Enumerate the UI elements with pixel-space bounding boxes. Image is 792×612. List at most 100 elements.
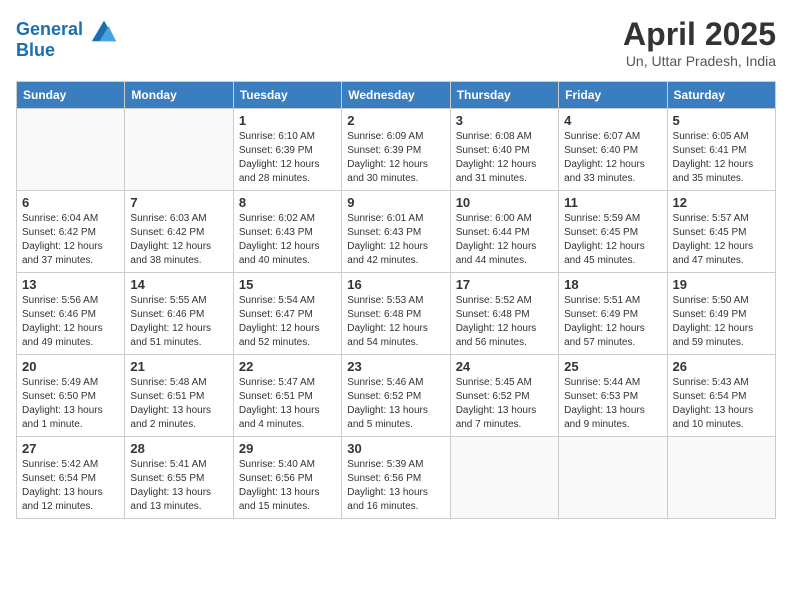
day-info: Sunrise: 5:46 AM Sunset: 6:52 PM Dayligh… — [347, 376, 444, 432]
day-number: 18 — [564, 277, 661, 292]
header-wednesday: Wednesday — [342, 82, 450, 109]
day-number: 5 — [673, 113, 770, 128]
header-saturday: Saturday — [667, 82, 775, 109]
calendar-cell: 10 Sunrise: 6:00 AM Sunset: 6:44 PM Dayli… — [450, 191, 558, 273]
calendar-cell: 3 Sunrise: 6:08 AM Sunset: 6:40 PM Daylig… — [450, 109, 558, 191]
page-subtitle: Un, Uttar Pradesh, India — [623, 53, 776, 69]
calendar-week-4: 20Sunrise: 5:49 AM Sunset: 6:50 PM Dayli… — [17, 355, 776, 437]
day-number: 3 — [456, 113, 553, 128]
calendar-cell: 17 Sunrise: 5:52 AM Sunset: 6:48 PM Dayli… — [450, 273, 558, 355]
day-info: Sunrise: 5:49 AM Sunset: 6:50 PM Dayligh… — [22, 376, 119, 432]
day-number: 8 — [239, 195, 336, 210]
day-number: 6 — [22, 195, 119, 210]
header-thursday: Thursday — [450, 82, 558, 109]
day-info: Sunrise: 6:00 AM Sunset: 6:44 PM Dayligh… — [456, 212, 553, 268]
calendar-cell: 6 Sunrise: 6:04 AM Sunset: 6:42 PM Daylig… — [17, 191, 125, 273]
day-info: Sunrise: 5:47 AM Sunset: 6:51 PM Dayligh… — [239, 376, 336, 432]
day-number: 2 — [347, 113, 444, 128]
day-info: Sunrise: 5:59 AM Sunset: 6:45 PM Dayligh… — [564, 212, 661, 268]
day-number: 23 — [347, 359, 444, 374]
day-number: 17 — [456, 277, 553, 292]
day-info: Sunrise: 5:50 AM Sunset: 6:49 PM Dayligh… — [673, 294, 770, 350]
day-info: Sunrise: 5:52 AM Sunset: 6:48 PM Dayligh… — [456, 294, 553, 350]
day-info: Sunrise: 6:02 AM Sunset: 6:43 PM Dayligh… — [239, 212, 336, 268]
day-info: Sunrise: 6:07 AM Sunset: 6:40 PM Dayligh… — [564, 130, 661, 186]
day-number: 19 — [673, 277, 770, 292]
day-number: 14 — [130, 277, 227, 292]
day-number: 24 — [456, 359, 553, 374]
logo: General Blue — [16, 16, 118, 61]
calendar-cell: 22 Sunrise: 5:47 AM Sunset: 6:51 PM Dayli… — [233, 355, 341, 437]
day-number: 21 — [130, 359, 227, 374]
calendar-cell — [450, 437, 558, 519]
calendar-cell: 1 Sunrise: 6:10 AM Sunset: 6:39 PM Daylig… — [233, 109, 341, 191]
day-number: 15 — [239, 277, 336, 292]
calendar-cell: 24Sunrise: 5:45 AM Sunset: 6:52 PM Dayli… — [450, 355, 558, 437]
calendar-cell: 30Sunrise: 5:39 AM Sunset: 6:56 PM Dayli… — [342, 437, 450, 519]
day-info: Sunrise: 5:57 AM Sunset: 6:45 PM Dayligh… — [673, 212, 770, 268]
calendar-cell: 15 Sunrise: 5:54 AM Sunset: 6:47 PM Dayli… — [233, 273, 341, 355]
calendar-cell: 29Sunrise: 5:40 AM Sunset: 6:56 PM Dayli… — [233, 437, 341, 519]
calendar-cell: 12 Sunrise: 5:57 AM Sunset: 6:45 PM Dayli… — [667, 191, 775, 273]
day-info: Sunrise: 5:51 AM Sunset: 6:49 PM Dayligh… — [564, 294, 661, 350]
day-number: 11 — [564, 195, 661, 210]
calendar-cell: 20Sunrise: 5:49 AM Sunset: 6:50 PM Dayli… — [17, 355, 125, 437]
day-info: Sunrise: 6:01 AM Sunset: 6:43 PM Dayligh… — [347, 212, 444, 268]
day-number: 9 — [347, 195, 444, 210]
calendar-cell: 26 Sunrise: 5:43 AM Sunset: 6:54 PM Dayli… — [667, 355, 775, 437]
logo-icon — [90, 16, 118, 44]
header-sunday: Sunday — [17, 82, 125, 109]
calendar-week-2: 6 Sunrise: 6:04 AM Sunset: 6:42 PM Daylig… — [17, 191, 776, 273]
day-number: 4 — [564, 113, 661, 128]
calendar-cell: 19 Sunrise: 5:50 AM Sunset: 6:49 PM Dayli… — [667, 273, 775, 355]
title-block: April 2025 Un, Uttar Pradesh, India — [623, 16, 776, 69]
day-number: 22 — [239, 359, 336, 374]
day-info: Sunrise: 6:08 AM Sunset: 6:40 PM Dayligh… — [456, 130, 553, 186]
day-info: Sunrise: 5:56 AM Sunset: 6:46 PM Dayligh… — [22, 294, 119, 350]
header-tuesday: Tuesday — [233, 82, 341, 109]
day-info: Sunrise: 6:10 AM Sunset: 6:39 PM Dayligh… — [239, 130, 336, 186]
day-number: 30 — [347, 441, 444, 456]
calendar-cell: 14 Sunrise: 5:55 AM Sunset: 6:46 PM Dayli… — [125, 273, 233, 355]
calendar-cell: 11 Sunrise: 5:59 AM Sunset: 6:45 PM Dayli… — [559, 191, 667, 273]
calendar-cell: 13 Sunrise: 5:56 AM Sunset: 6:46 PM Dayli… — [17, 273, 125, 355]
day-info: Sunrise: 5:44 AM Sunset: 6:53 PM Dayligh… — [564, 376, 661, 432]
calendar-cell: 4 Sunrise: 6:07 AM Sunset: 6:40 PM Daylig… — [559, 109, 667, 191]
day-info: Sunrise: 5:54 AM Sunset: 6:47 PM Dayligh… — [239, 294, 336, 350]
day-number: 16 — [347, 277, 444, 292]
calendar-cell: 25 Sunrise: 5:44 AM Sunset: 6:53 PM Dayli… — [559, 355, 667, 437]
day-info: Sunrise: 5:41 AM Sunset: 6:55 PM Dayligh… — [130, 458, 227, 514]
page-header: General Blue April 2025 Un, Uttar Prades… — [16, 16, 776, 69]
calendar-week-5: 27 Sunrise: 5:42 AM Sunset: 6:54 PM Dayli… — [17, 437, 776, 519]
day-number: 27 — [22, 441, 119, 456]
calendar-cell — [17, 109, 125, 191]
day-number: 10 — [456, 195, 553, 210]
day-number: 26 — [673, 359, 770, 374]
day-number: 1 — [239, 113, 336, 128]
calendar-cell: 21 Sunrise: 5:48 AM Sunset: 6:51 PM Dayli… — [125, 355, 233, 437]
day-info: Sunrise: 6:03 AM Sunset: 6:42 PM Dayligh… — [130, 212, 227, 268]
calendar-cell — [125, 109, 233, 191]
page-title: April 2025 — [623, 16, 776, 53]
header-monday: Monday — [125, 82, 233, 109]
day-number: 13 — [22, 277, 119, 292]
day-info: Sunrise: 5:53 AM Sunset: 6:48 PM Dayligh… — [347, 294, 444, 350]
calendar-header-row: SundayMondayTuesdayWednesdayThursdayFrid… — [17, 82, 776, 109]
calendar-cell: 27 Sunrise: 5:42 AM Sunset: 6:54 PM Dayli… — [17, 437, 125, 519]
day-info: Sunrise: 6:04 AM Sunset: 6:42 PM Dayligh… — [22, 212, 119, 268]
day-info: Sunrise: 5:48 AM Sunset: 6:51 PM Dayligh… — [130, 376, 227, 432]
calendar-cell: 9 Sunrise: 6:01 AM Sunset: 6:43 PM Daylig… — [342, 191, 450, 273]
calendar-week-1: 1 Sunrise: 6:10 AM Sunset: 6:39 PM Daylig… — [17, 109, 776, 191]
calendar-table: SundayMondayTuesdayWednesdayThursdayFrid… — [16, 81, 776, 519]
day-number: 25 — [564, 359, 661, 374]
day-info: Sunrise: 6:05 AM Sunset: 6:41 PM Dayligh… — [673, 130, 770, 186]
day-info: Sunrise: 5:43 AM Sunset: 6:54 PM Dayligh… — [673, 376, 770, 432]
calendar-week-3: 13 Sunrise: 5:56 AM Sunset: 6:46 PM Dayli… — [17, 273, 776, 355]
day-number: 29 — [239, 441, 336, 456]
day-number: 12 — [673, 195, 770, 210]
day-info: Sunrise: 5:55 AM Sunset: 6:46 PM Dayligh… — [130, 294, 227, 350]
day-number: 28 — [130, 441, 227, 456]
day-info: Sunrise: 6:09 AM Sunset: 6:39 PM Dayligh… — [347, 130, 444, 186]
day-info: Sunrise: 5:42 AM Sunset: 6:54 PM Dayligh… — [22, 458, 119, 514]
header-friday: Friday — [559, 82, 667, 109]
